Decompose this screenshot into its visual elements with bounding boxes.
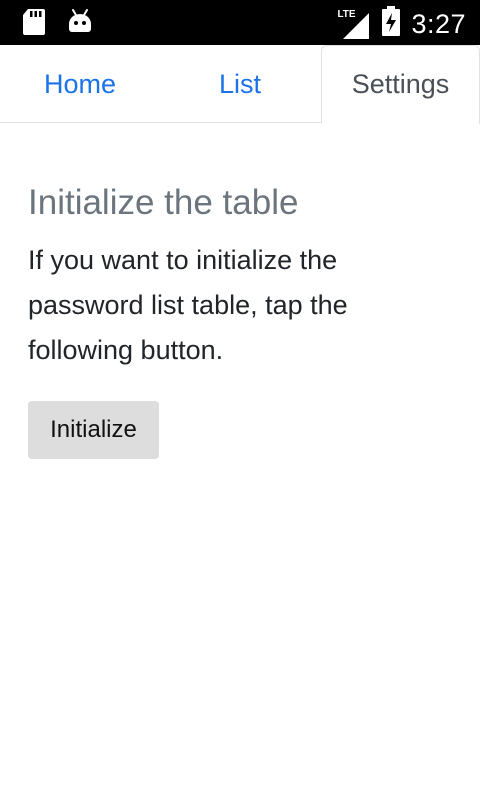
status-bar: LTE 3:27 (0, 0, 480, 45)
settings-panel: Initialize the table If you want to init… (28, 180, 448, 459)
tab-home[interactable]: Home (0, 45, 160, 123)
android-icon (67, 8, 93, 41)
initialize-button[interactable]: Initialize (28, 401, 159, 459)
sd-card-icon (22, 8, 46, 41)
tab-list[interactable]: List (160, 45, 320, 123)
tab-settings[interactable]: Settings (321, 45, 480, 124)
system-icons: LTE 3:27 (337, 5, 466, 42)
signal-icon: LTE (337, 7, 371, 41)
section-heading: Initialize the table (28, 183, 299, 222)
battery-icon (381, 5, 401, 42)
section-description: If you want to initialize the password l… (28, 245, 348, 365)
tab-bar: Home List Settings (0, 45, 480, 124)
notification-icons (22, 8, 93, 41)
clock: 3:27 (411, 8, 466, 39)
